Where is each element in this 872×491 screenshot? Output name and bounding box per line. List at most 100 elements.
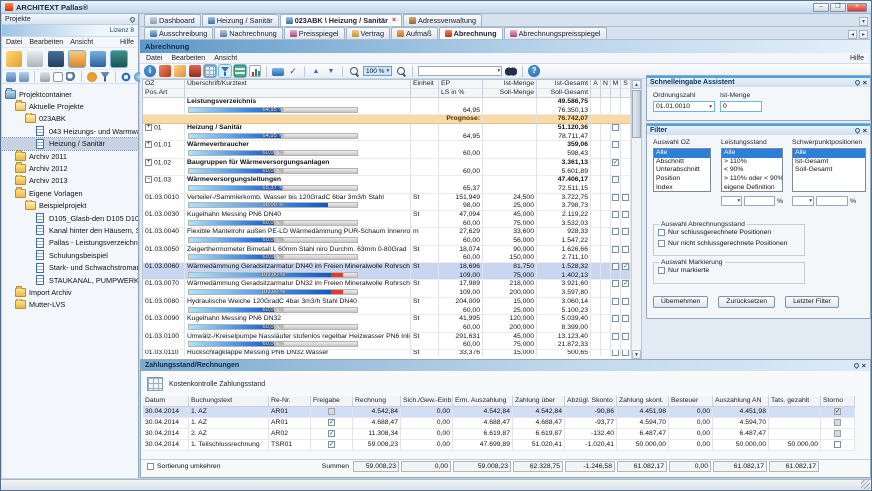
expand-icon[interactable]: + — [145, 141, 152, 148]
column-header-blank[interactable] — [611, 89, 621, 98]
tree-item-beispielprojekt[interactable]: Beispielprojekt — [2, 200, 138, 212]
menu-datei[interactable]: Datei — [6, 39, 22, 46]
column-header-überschrift-kurztext[interactable]: Überschrift/Kurztext — [185, 80, 411, 89]
sortierung-checkbox[interactable] — [147, 463, 154, 470]
ordnungszahl-combobox[interactable]: 01.01.0010 ▾ — [653, 101, 715, 112]
tab-scroll-left-icon[interactable]: ◂ — [848, 30, 857, 39]
pin-icon[interactable] — [129, 15, 136, 22]
m-checkbox[interactable] — [612, 280, 619, 287]
filter-percent-input[interactable] — [744, 196, 775, 206]
tree-item-heizung-sanitär[interactable]: Heizung / Sanitär — [2, 138, 138, 150]
ist-menge-input[interactable] — [720, 101, 762, 112]
tree-item-archiv-2013[interactable]: Archiv 2013 — [2, 175, 138, 187]
m-checkbox[interactable] — [612, 350, 619, 356]
chevron-down-icon[interactable]: ▾ — [737, 198, 740, 204]
move-down-icon[interactable] — [325, 65, 337, 77]
print-icon[interactable] — [27, 51, 43, 67]
column-header-blank[interactable] — [621, 89, 631, 98]
refresh-icon[interactable] — [121, 72, 131, 82]
m-checkbox[interactable] — [612, 141, 619, 148]
column-header-freigabe[interactable]: Freigabe — [311, 396, 353, 407]
close-tab-icon[interactable]: × — [392, 17, 396, 24]
column-header-zahlung-über[interactable]: Zahlung über — [513, 396, 565, 407]
book-icon[interactable] — [189, 65, 201, 77]
column-header-oz[interactable]: OZ — [143, 80, 185, 89]
chevron-down-icon[interactable]: ▾ — [386, 68, 389, 74]
zuruecksetzen-button[interactable]: Zurücksetzen — [718, 296, 775, 308]
column-header-soll-gesamt[interactable]: Soll-Gesamt — [537, 89, 591, 98]
storno-checkbox[interactable] — [834, 430, 841, 437]
doc-tab-heizung-sanitär[interactable]: Heizung / Sanitär — [202, 14, 279, 26]
info-icon[interactable] — [144, 65, 156, 77]
s-checkbox[interactable] — [622, 280, 629, 287]
chevron-down-icon[interactable]: ▾ — [497, 68, 500, 74]
column-header-tats-gezahlt[interactable]: Tats. gezahlt — [769, 396, 821, 407]
column-header-auszahlung-an[interactable]: Auszahlung AN — [713, 396, 769, 407]
filter-option-90[interactable]: < 90% — [722, 166, 782, 175]
column-header-s[interactable]: S — [621, 80, 631, 89]
search-icon[interactable] — [66, 72, 76, 82]
filter-option-index[interactable]: Index — [654, 184, 710, 192]
close-panel-icon[interactable]: × — [863, 127, 867, 134]
filter-option-ist-gesamt[interactable]: Ist-Gesamt — [793, 158, 865, 167]
find-icon[interactable] — [505, 65, 517, 77]
s-checkbox[interactable] — [622, 298, 629, 305]
row-01-03-0060-progress[interactable]: 109,00 %109,0075,0001.402,13 — [143, 272, 631, 281]
column-header-soll-menge[interactable]: Soll-Menge — [483, 89, 537, 98]
filter-option-position[interactable]: Position — [654, 175, 710, 184]
m-checkbox[interactable] — [612, 159, 619, 166]
column-header-datum[interactable]: Datum — [143, 396, 189, 407]
m-checkbox[interactable] — [612, 228, 619, 235]
nicht-schlussgerechnet-checkbox[interactable] — [658, 240, 665, 247]
column-header-ls-in[interactable]: LS in % — [439, 89, 483, 98]
payment-row-4[interactable]: 30.04.20141. TeilschlussrechnungTSR0159.… — [143, 440, 868, 451]
row-01-03[interactable]: −01.03Wärmeversorgungsleitungen47.406,17 — [143, 176, 631, 185]
pin-icon[interactable] — [854, 127, 861, 134]
pages-icon[interactable] — [174, 65, 186, 77]
uebernehmen-button[interactable]: Übernehmen — [653, 296, 708, 308]
tree-item-projektcontainer[interactable]: Projektcontainer — [2, 88, 138, 100]
s-checkbox[interactable] — [622, 350, 629, 356]
close-panel-icon[interactable]: × — [863, 79, 867, 86]
m-checkbox[interactable] — [612, 211, 619, 218]
column-header-ep[interactable]: EP — [439, 80, 483, 89]
doc-tab-adressverwaltung[interactable]: Adressverwaltung — [403, 14, 482, 26]
row-01-03-0010[interactable]: 01.03.0010Verteiler-/Sammlerkomb. Wasser… — [143, 194, 631, 203]
column-header-ist-menge[interactable]: Ist-Menge — [483, 80, 537, 89]
payment-icon[interactable] — [272, 68, 284, 76]
doc-tab-023abk-heizung-sanitär[interactable]: 023ABK \ Heizung / Sanitär× — [280, 14, 402, 26]
row-01-03-0090-progress[interactable]: 60,00 %60,00200,0008.399,00 — [143, 324, 631, 333]
row-01-03-0050-progress[interactable]: 60,00 %60,00150,0002.711,10 — [143, 254, 631, 263]
export-icon[interactable] — [19, 72, 29, 82]
payment-row-2[interactable]: 30.04.20141. AZAR014.688,470,004.688,474… — [143, 418, 868, 429]
doc-tab-dashboard[interactable]: Dashboard — [144, 14, 201, 26]
row-01-03-0040[interactable]: 01.03.0040Flexible Mantelrohr außen PE-L… — [143, 228, 631, 237]
vertical-scrollbar[interactable]: ▲ ▼ — [631, 80, 641, 359]
row-leistungsverzeichnis[interactable]: Leistungsverzeichnis49.586,75 — [143, 98, 631, 107]
row-01-02-progress[interactable]: 60,00 %60,005.601,89 — [143, 168, 631, 177]
column-header-storno[interactable]: Storno — [821, 396, 855, 407]
tab-overflow-icon[interactable]: ▾ — [859, 17, 868, 26]
m-checkbox[interactable] — [612, 263, 619, 270]
column-header-re-nr[interactable]: Re-Nr. — [269, 396, 311, 407]
menu-ansicht[interactable]: Ansicht — [70, 39, 93, 46]
column-header-abzügl-skonto[interactable]: Abzügl. Skonto — [565, 396, 617, 407]
column-header-zahlung-skont[interactable]: Zahlung skont. — [617, 396, 669, 407]
filter-percent-input[interactable] — [816, 196, 848, 206]
row-01-03-0110[interactable]: 01.03.0110Rückschlagklappe Messing PN6 D… — [143, 350, 631, 356]
view-tab-ausschreibung[interactable]: Ausschreibung — [144, 27, 213, 39]
check-icon[interactable] — [287, 65, 299, 77]
clipboard-icon[interactable] — [69, 51, 85, 67]
m-checkbox[interactable] — [612, 194, 619, 201]
chevron-down-icon[interactable]: ▾ — [709, 104, 712, 110]
view-tab-nachrechnung[interactable]: Nachrechnung — [214, 27, 282, 39]
view-tab-vertrag[interactable]: Vertrag — [346, 27, 391, 39]
row-01-03-0030[interactable]: 01.03.0030Kugelhahn Messing PN6 DN40St47… — [143, 211, 631, 220]
column-header-pos-art[interactable]: Pos.Art — [143, 89, 185, 98]
filter-option-soll-gesamt[interactable]: Soll-Gesamt — [793, 166, 865, 175]
column-header-a[interactable]: A — [591, 80, 601, 89]
column-header-besteuer[interactable]: Besteuer — [669, 396, 713, 407]
column-header-buchungstext[interactable]: Buchungstext — [189, 396, 269, 407]
m-checkbox[interactable] — [612, 298, 619, 305]
help-icon[interactable] — [528, 65, 540, 77]
